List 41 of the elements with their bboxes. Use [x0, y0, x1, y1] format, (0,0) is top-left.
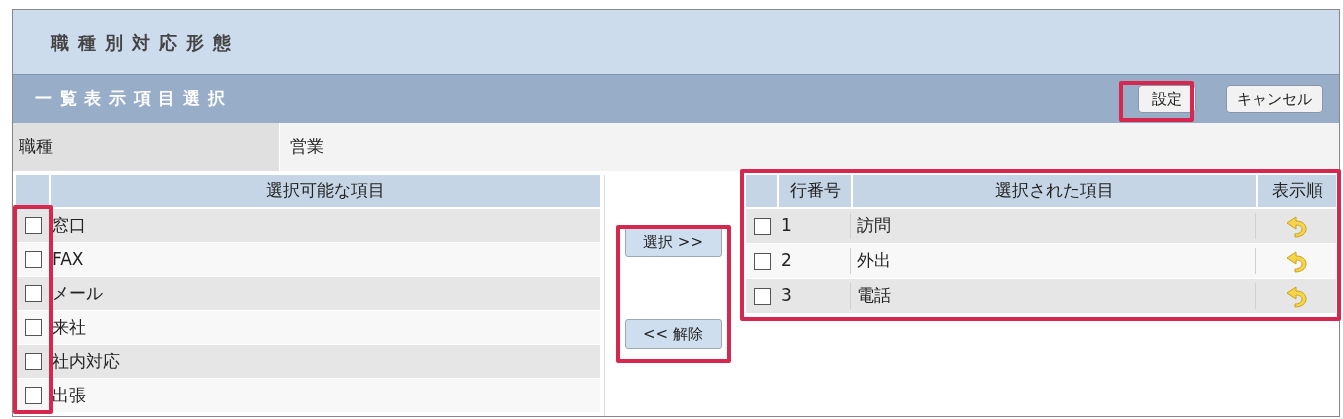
transfer-button[interactable]: 選択 >> [624, 227, 722, 257]
transfer-button[interactable]: << 解除 [624, 319, 722, 349]
checkbox[interactable] [25, 251, 42, 268]
list-row[interactable]: 窓口 [16, 209, 600, 243]
list-row[interactable]: 来社 [16, 311, 600, 345]
column-header: 行番号 [779, 175, 851, 207]
toolbar-button[interactable]: 設定 [1138, 85, 1196, 113]
window-title: 職種別対応形態 [51, 30, 240, 55]
field-value: 営業 [280, 123, 1339, 171]
list-row[interactable]: 出張 [16, 379, 600, 413]
item-label: メール [51, 281, 103, 305]
list-row[interactable]: FAX [16, 243, 600, 277]
column-header: 表示順 [1258, 175, 1336, 207]
field-label: 職種 [13, 123, 280, 171]
table-cell: 2 [779, 248, 851, 274]
table-cell: 外出 [851, 248, 1256, 274]
table-cell: 電話 [851, 283, 1256, 309]
checkbox[interactable] [25, 387, 42, 404]
item-label: 出張 [51, 383, 86, 407]
checkbox[interactable] [754, 217, 771, 235]
item-label: 来社 [51, 315, 86, 339]
table-cell: 1 [779, 213, 851, 239]
checkbox[interactable] [25, 217, 42, 234]
checkbox[interactable] [25, 353, 42, 370]
table-cell: 訪問 [851, 213, 1256, 239]
section-title: 一覧表示項目選択 [35, 87, 233, 111]
item-label: FAX [51, 247, 84, 271]
checkbox[interactable] [25, 319, 42, 336]
checkbox[interactable] [754, 252, 771, 270]
table-cell: 3 [779, 283, 851, 309]
column-header: 選択された項目 [853, 175, 1256, 207]
item-label: 窓口 [51, 213, 86, 237]
checkbox[interactable] [754, 287, 771, 305]
header-cell [16, 175, 51, 207]
column-header: 選択可能な項目 [51, 175, 600, 207]
toolbar-button[interactable]: キャンセル [1226, 85, 1323, 113]
header-cell [746, 175, 777, 207]
list-row[interactable]: メール [16, 277, 600, 311]
checkbox[interactable] [25, 285, 42, 302]
item-label: 社内対応 [51, 349, 120, 373]
list-row[interactable]: 社内対応 [16, 345, 600, 379]
